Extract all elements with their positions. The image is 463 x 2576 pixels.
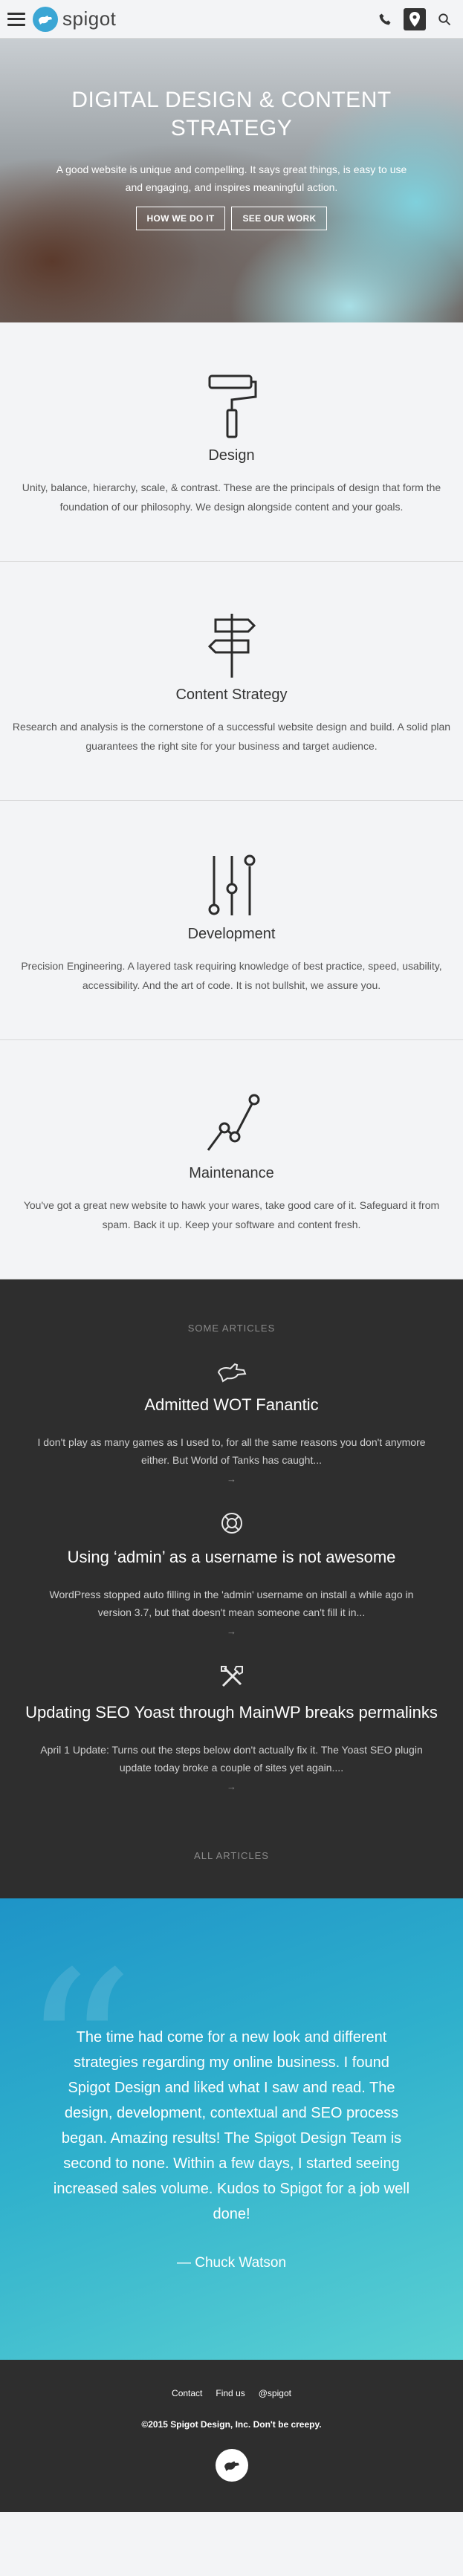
footer-link-find-us[interactable]: Find us: [216, 2388, 245, 2398]
service-text: Unity, balance, hierarchy, scale, & cont…: [22, 481, 441, 513]
article-title[interactable]: Using ‘admin’ as a username is not aweso…: [22, 1544, 441, 1571]
see-our-work-button[interactable]: See our work: [231, 207, 328, 230]
how-we-do-it-button[interactable]: How we do it: [135, 207, 226, 230]
service-title: Maintenance: [189, 1165, 274, 1181]
service-development: Development Precision Engineering. A lay…: [0, 801, 463, 1040]
testimonial-section: “ The time had come for a new look and d…: [0, 1898, 463, 2360]
article-excerpt: April 1 Update: Turns out the steps belo…: [40, 1744, 423, 1774]
site-header: spigot: [0, 0, 463, 39]
article-item[interactable]: Using ‘admin’ as a username is not aweso…: [0, 1511, 463, 1637]
service-text: Precision Engineering. A layered task re…: [21, 960, 442, 991]
article-title[interactable]: Updating SEO Yoast through MainWP breaks…: [22, 1699, 441, 1726]
article-item[interactable]: Admitted WOT Fanantic I don't play as ma…: [0, 1360, 463, 1485]
service-content-strategy: Content Strategy Research and analysis i…: [0, 562, 463, 801]
copyright-text: ©2015 Spigot Design, Inc. Don't be creep…: [141, 2419, 322, 2430]
some-articles-label: Some articles: [187, 1323, 276, 1334]
site-footer: Contact Find us @spigot ©2015 Spigot Des…: [0, 2360, 463, 2512]
paint-roller-icon: [208, 374, 256, 438]
spigot-logo-icon: [33, 6, 58, 32]
hero-text: A good website is unique and compelling.…: [56, 163, 407, 193]
article-item[interactable]: Updating SEO Yoast through MainWP breaks…: [0, 1664, 463, 1792]
plane-icon: [217, 1363, 246, 1383]
arrow-right-icon[interactable]: →: [22, 1473, 441, 1485]
articles-section: Some articles Admitted WOT Fanantic I do…: [0, 1279, 463, 1898]
menu-icon[interactable]: [7, 12, 25, 26]
article-excerpt: WordPress stopped auto filling in the 'a…: [49, 1589, 414, 1618]
arrow-right-icon[interactable]: →: [22, 1626, 441, 1637]
all-articles-link[interactable]: All articles: [0, 1850, 463, 1861]
logo-text: spigot: [62, 7, 117, 30]
footer-link-contact[interactable]: Contact: [172, 2388, 202, 2398]
hero-section: Digital Design & Content Strategy A good…: [0, 39, 463, 322]
phone-icon[interactable]: [374, 8, 396, 30]
search-icon[interactable]: [433, 8, 456, 30]
service-maintenance: Maintenance You've got a great new websi…: [0, 1040, 463, 1279]
footer-link-twitter[interactable]: @spigot: [259, 2388, 291, 2398]
article-title[interactable]: Admitted WOT Fanantic: [22, 1392, 441, 1418]
lifebuoy-icon: [221, 1513, 242, 1534]
site-logo[interactable]: spigot: [33, 6, 117, 32]
testimonial-author: — Chuck Watson: [176, 2255, 287, 2271]
service-text: Research and analysis is the cornerstone…: [12, 721, 451, 752]
spigot-logo-icon[interactable]: [215, 2449, 248, 2482]
service-title: Development: [187, 926, 276, 942]
line-graph-icon: [207, 1094, 259, 1151]
map-pin-icon[interactable]: [404, 7, 426, 30]
service-title: Content Strategy: [175, 687, 288, 703]
sliders-icon: [208, 854, 255, 915]
service-design: Design Unity, balance, hierarchy, scale,…: [0, 322, 463, 562]
arrow-right-icon[interactable]: →: [22, 1781, 441, 1792]
hero-title: Digital Design & Content Strategy: [71, 88, 392, 140]
article-excerpt: I don't play as many games as I used to,…: [37, 1436, 426, 1466]
testimonial-quote: The time had come for a new look and dif…: [53, 2029, 410, 2222]
service-title: Design: [208, 447, 255, 464]
service-text: You've got a great new website to hawk y…: [23, 1199, 440, 1230]
tools-icon: [220, 1666, 243, 1687]
signpost-icon: [207, 614, 256, 678]
